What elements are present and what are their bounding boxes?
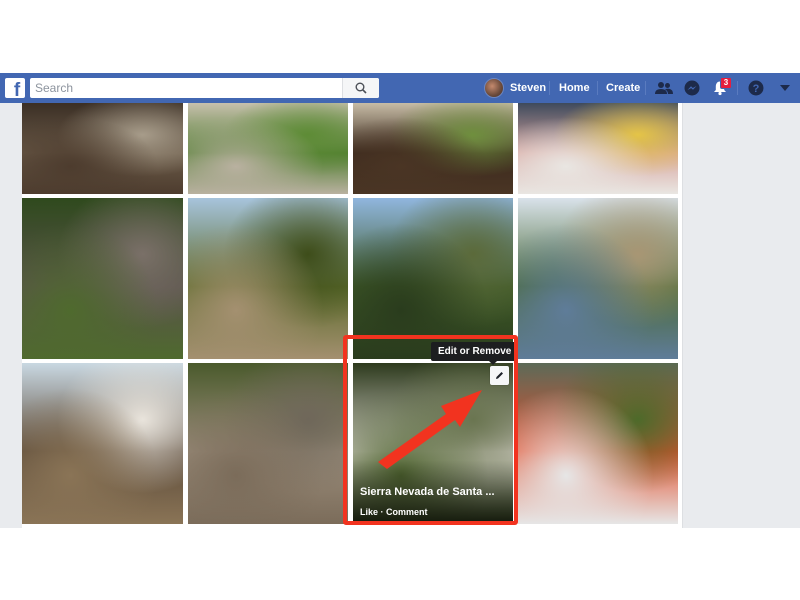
photo-tile[interactable]: [518, 103, 678, 194]
help-icon: ?: [748, 80, 764, 96]
photo-tile[interactable]: [188, 198, 348, 359]
home-label: Home: [559, 82, 590, 94]
comment-link[interactable]: Comment: [386, 507, 428, 517]
profile-link[interactable]: Steven: [484, 73, 546, 103]
photo-tile[interactable]: [22, 198, 183, 359]
edit-or-remove-tooltip: Edit or Remove: [431, 342, 519, 365]
messenger-icon: [684, 80, 700, 96]
nav-divider: [737, 81, 738, 95]
account-menu-button[interactable]: [774, 78, 796, 98]
edit-photo-button[interactable]: [490, 366, 509, 385]
photo-caption-title[interactable]: Sierra Nevada de Santa ...: [360, 486, 508, 498]
photo-tile[interactable]: [518, 198, 678, 359]
nav-divider: [645, 81, 646, 95]
search-input[interactable]: [35, 80, 335, 96]
search-box: [30, 78, 379, 98]
profile-name: Steven: [510, 82, 547, 94]
avatar: [484, 78, 504, 98]
messenger-button[interactable]: [681, 78, 703, 98]
home-link[interactable]: Home: [559, 73, 590, 103]
photo-actions: Like · Comment: [360, 507, 428, 517]
create-label: Create: [606, 82, 641, 94]
action-separator: ·: [378, 507, 387, 517]
search-button[interactable]: [342, 78, 379, 98]
page-bottom-margin: [0, 528, 800, 600]
notification-count-badge: 3: [720, 77, 732, 89]
help-button[interactable]: ?: [745, 78, 767, 98]
photo-tile[interactable]: [188, 103, 348, 194]
notifications-button[interactable]: 3: [709, 77, 732, 98]
photo-tile[interactable]: [353, 103, 513, 194]
create-link[interactable]: Create: [606, 73, 640, 103]
nav-divider: [597, 81, 598, 95]
friend-requests-button[interactable]: [653, 78, 675, 98]
photo-tile[interactable]: [353, 198, 513, 359]
caret-down-icon: [780, 85, 790, 91]
photo-tile[interactable]: [22, 363, 183, 524]
friend-requests-icon: [655, 82, 673, 94]
nav-divider: [549, 81, 550, 95]
facebook-logo-icon[interactable]: f: [5, 78, 25, 98]
photo-tile[interactable]: [518, 363, 678, 524]
content-divider: [682, 103, 683, 528]
photo-tile[interactable]: [353, 363, 513, 524]
photo-tile[interactable]: [22, 103, 183, 194]
like-link[interactable]: Like: [360, 507, 378, 517]
search-icon: [355, 82, 367, 94]
svg-text:?: ?: [753, 83, 760, 95]
photo-tile[interactable]: [188, 363, 348, 524]
pencil-icon: [496, 372, 503, 379]
top-navigation-bar: f Steven Home Create 3 ?: [0, 73, 800, 103]
